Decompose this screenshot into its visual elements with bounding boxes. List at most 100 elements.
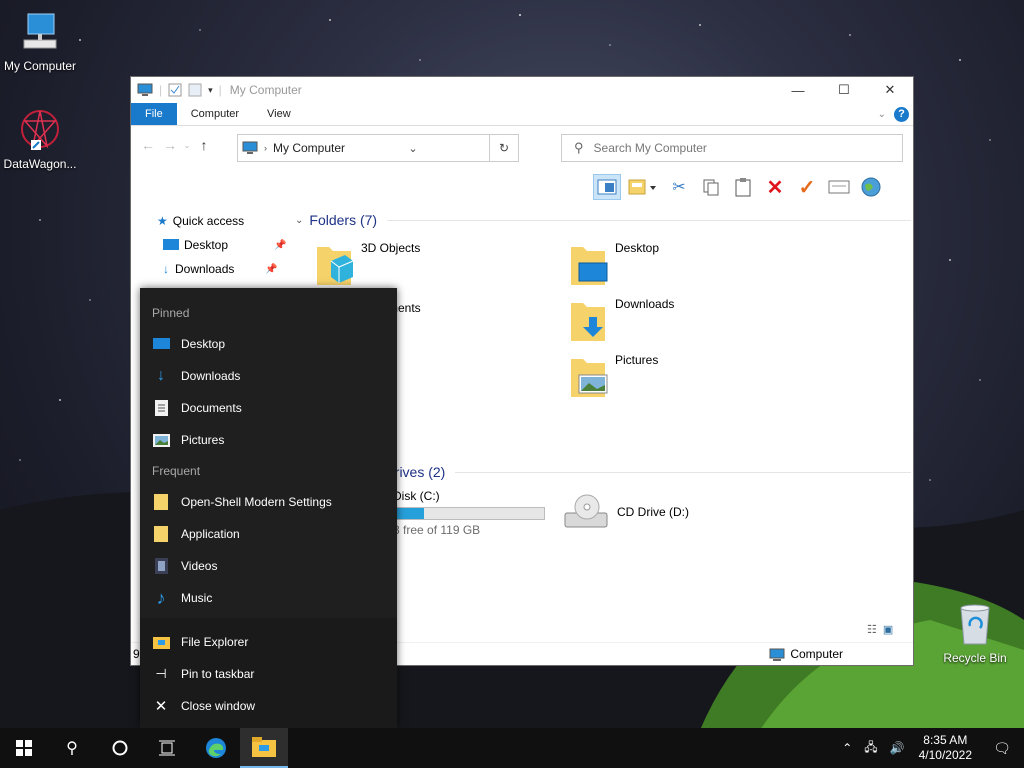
copy-icon[interactable] (697, 174, 725, 200)
desktop-icon-my-computer[interactable]: My Computer (0, 10, 80, 73)
chevron-up-icon[interactable]: ⌃ (836, 741, 858, 755)
datawagon-logo-icon (21, 110, 59, 150)
tab-file[interactable]: File (131, 103, 177, 125)
chevron-down-icon: ⌄ (295, 214, 304, 226)
tab-view[interactable]: View (253, 103, 305, 125)
search-box[interactable]: ⚲ Search My Computer (561, 134, 903, 162)
recent-locations-icon[interactable]: ⌄ (181, 141, 193, 150)
nav-item-label: Downloads (175, 262, 235, 276)
expand-ribbon-icon[interactable]: ⌄ (878, 109, 886, 120)
windows-logo-icon (16, 740, 32, 756)
breadcrumb-separator-icon: › (264, 143, 267, 153)
properties-icon[interactable] (168, 83, 182, 97)
ribbon-tabs: File Computer View ⌄ ? (131, 103, 913, 126)
back-button[interactable]: ← (137, 137, 159, 153)
search-icon: ⚲ (574, 140, 584, 155)
cd-drive-icon (564, 494, 608, 528)
new-folder-icon[interactable] (188, 83, 202, 97)
edge-button[interactable] (192, 728, 240, 768)
jump-item-documents[interactable]: Documents (140, 392, 397, 424)
system-tray: ⌃ 🖧 🔊 8:35 AM 4/10/2022 🗨 (836, 728, 1024, 768)
apply-check-icon[interactable]: ✓ (793, 174, 821, 200)
chevron-down-icon[interactable]: ▾ (208, 85, 213, 96)
pin-icon: 📌 (265, 263, 278, 275)
globe-icon[interactable] (857, 174, 885, 200)
file-explorer-taskbar-button[interactable] (240, 728, 288, 768)
folder-item-downloads[interactable]: Downloads (569, 297, 674, 343)
clock[interactable]: 8:35 AM 4/10/2022 (911, 733, 980, 763)
cut-icon[interactable]: ✂ (665, 174, 693, 200)
desktop-icon-recycle-bin[interactable]: Recycle Bin (935, 600, 1015, 665)
details-view-icon[interactable]: ☷ (867, 623, 877, 636)
address-bar[interactable]: › My Computer ⌄ ↻ (237, 134, 519, 162)
task-view-button[interactable] (144, 728, 192, 768)
jump-item-videos[interactable]: Videos (140, 550, 397, 582)
folder-name: Downloads (615, 297, 675, 311)
drives-group-header[interactable]: drives (2) (387, 459, 911, 485)
minimize-button[interactable]: — (775, 77, 821, 103)
jump-action-close-window[interactable]: ✕ Close window (140, 690, 397, 722)
preview-pane-icon[interactable] (593, 174, 621, 200)
jump-item-desktop[interactable]: Desktop (140, 328, 397, 360)
folder-name: 3D Objects (361, 241, 421, 255)
tab-computer[interactable]: Computer (177, 103, 253, 125)
folder-name: Pictures (615, 353, 659, 367)
maximize-button[interactable]: ☐ (821, 77, 867, 103)
folder-item-3d-objects[interactable]: 3D Objects (315, 241, 420, 287)
folder-item-desktop[interactable]: Desktop (569, 241, 659, 287)
network-icon[interactable]: 🖧 (858, 738, 883, 759)
help-icon[interactable]: ? (894, 106, 909, 122)
computer-icon (23, 13, 57, 49)
desktop-icon-label: My Computer (3, 59, 77, 73)
view-toggle: ☷ ▣ (867, 623, 893, 636)
folder-icon (152, 493, 170, 511)
search-button[interactable]: ⚲ (48, 728, 96, 768)
drive-name: CD Drive (D:) (617, 505, 689, 519)
file-explorer-icon (252, 737, 276, 757)
nav-item-quick-access[interactable]: ★ Quick access (131, 209, 291, 233)
jump-item-downloads[interactable]: ↓ Downloads (140, 360, 397, 392)
nav-item-desktop[interactable]: Desktop 📌 (131, 233, 291, 257)
search-placeholder: Search My Computer (593, 141, 707, 155)
drive-item-d[interactable]: CD Drive (D:) (563, 491, 689, 533)
refresh-button[interactable]: ↻ (489, 135, 518, 161)
pin-icon: 📌 (274, 239, 287, 251)
close-button[interactable]: ✕ (867, 77, 913, 103)
jump-item-open-shell-settings[interactable]: Open-Shell Modern Settings (140, 486, 397, 518)
forward-button[interactable]: → (159, 137, 181, 153)
jump-item-application[interactable]: Application (140, 518, 397, 550)
computer-icon (242, 141, 258, 154)
folder-view-icon[interactable] (625, 174, 661, 200)
jump-list-actions: File Explorer ⊣ Pin to taskbar ✕ Close w… (140, 618, 397, 728)
volume-icon[interactable]: 🔊 (884, 741, 911, 755)
desktop-icon-label: DataWagon... (3, 157, 77, 171)
nav-item-label: Desktop (184, 238, 229, 252)
address-dropdown-icon[interactable]: ⌄ (408, 142, 417, 155)
up-button[interactable]: ↑ (193, 137, 215, 153)
desktop-folder-icon (571, 247, 608, 285)
jump-item-music[interactable]: ♪ Music (140, 582, 397, 614)
jump-action-pin-to-taskbar[interactable]: ⊣ Pin to taskbar (140, 658, 397, 690)
recycle-bin-icon (960, 604, 990, 645)
start-button[interactable] (0, 728, 48, 768)
search-icon: ⚲ (66, 740, 78, 757)
cortana-button[interactable] (96, 728, 144, 768)
delete-icon[interactable]: ✕ (761, 174, 789, 200)
large-icons-view-icon[interactable]: ▣ (883, 623, 893, 636)
jump-action-file-explorer[interactable]: File Explorer (140, 626, 397, 658)
file-explorer-icon (152, 633, 170, 651)
notification-center-icon[interactable]: 🗨 (980, 740, 1024, 757)
nav-item-downloads[interactable]: ↓ Downloads 📌 (131, 257, 291, 281)
computer-icon (137, 83, 153, 96)
drive-item-c[interactable]: Disk (C:) 3 free of 119 GB (393, 489, 545, 537)
jump-list: Pinned Desktop ↓ Downloads Documents Pic… (140, 288, 397, 728)
folders-group-header[interactable]: ⌄ Folders (7) (295, 207, 911, 233)
properties-icon[interactable] (825, 174, 853, 200)
3d-objects-folder-icon (317, 247, 354, 285)
paste-icon[interactable] (729, 174, 757, 200)
edge-icon (206, 738, 226, 758)
folder-item-pictures[interactable]: Pictures (569, 353, 658, 399)
task-view-icon (159, 740, 175, 756)
jump-item-pictures[interactable]: Pictures (140, 424, 397, 456)
desktop-icon-datawagon[interactable]: DataWagon... (0, 106, 80, 171)
